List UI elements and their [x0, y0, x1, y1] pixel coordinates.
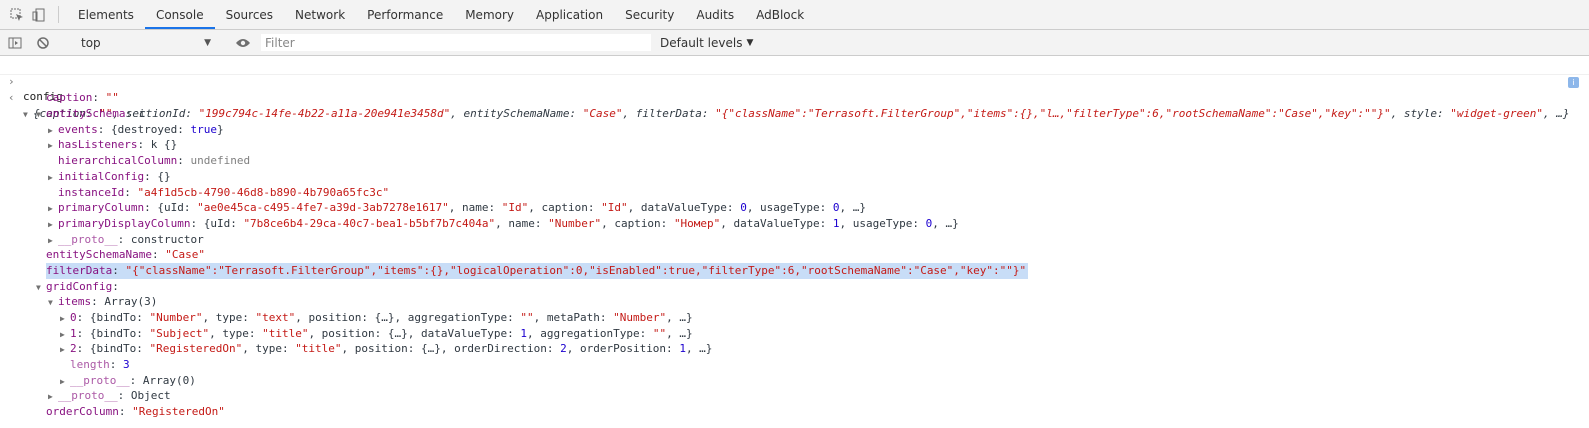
console-output: › config ‹ ▼ {caption: "", sectionId: "19… — [0, 56, 1589, 420]
collapsed-triangle-icon[interactable]: ▶ — [48, 217, 58, 233]
expanded-triangle-icon[interactable]: ▼ — [36, 280, 46, 296]
result-summary-line[interactable]: ‹ ▼ {caption: "", sectionId: "199c794c-14… — [0, 75, 1589, 120]
tab-adblock[interactable]: AdBlock — [745, 0, 815, 29]
prop-entity-schema-name: entitySchemaName: "Case" — [46, 248, 205, 262]
prop-primary-display-column[interactable]: ▶ primaryDisplayColumn: {uId: "7b8ce6b4-2… — [0, 216, 1589, 232]
log-levels-dropdown[interactable]: Default levels ▼ — [660, 36, 753, 50]
collapsed-triangle-icon[interactable]: ▶ — [48, 201, 58, 217]
prop-items-proto[interactable]: ▶ __proto__: Array(0) — [0, 373, 1589, 389]
collapsed-triangle-icon[interactable]: ▶ — [60, 374, 70, 390]
collapsed-triangle-icon[interactable]: ▶ — [60, 311, 70, 327]
prop-initial-config[interactable]: ▶ initialConfig: {} — [0, 169, 1589, 185]
tab-audits[interactable]: Audits — [685, 0, 745, 29]
console-toolbar: top ▼ Default levels ▼ — [0, 30, 1589, 56]
collapsed-triangle-icon[interactable]: ▶ — [60, 342, 70, 358]
filter-input[interactable] — [260, 33, 652, 52]
prop-caption: caption: "" — [46, 91, 119, 105]
prop-has-listeners[interactable]: ▶ hasListeners: k {} — [0, 137, 1589, 153]
tab-elements[interactable]: Elements — [67, 0, 145, 29]
items-entry-0[interactable]: ▶ 0: {bindTo: "Number", type: "text", pos… — [0, 310, 1589, 326]
collapsed-triangle-icon[interactable]: ▶ — [48, 389, 58, 405]
prop-instance-id: instanceId: "a4f1d5cb-4790-46d8-b890-4b7… — [58, 185, 390, 199]
dropdown-arrow-icon: ▼ — [746, 37, 754, 48]
items-entry-2[interactable]: ▶ 2: {bindTo: "RegisteredOn", type: "titl… — [0, 341, 1589, 357]
tab-console[interactable]: Console — [144, 0, 215, 29]
tab-performance[interactable]: Performance — [356, 0, 454, 29]
log-levels-label: Default levels — [660, 35, 743, 50]
items-entry-1[interactable]: ▶ 1: {bindTo: "Subject", type: "title", p… — [0, 326, 1589, 342]
collapsed-triangle-icon[interactable]: ▶ — [60, 327, 70, 343]
prop-primary-column[interactable]: ▶ primaryColumn: {uId: "ae0e45ca-c495-4fe… — [0, 200, 1589, 216]
prop-grid-proto[interactable]: ▶ __proto__: Object — [0, 388, 1589, 404]
toolbar-divider — [58, 6, 59, 23]
device-toolbar-icon[interactable] — [28, 0, 50, 29]
prop-entity-schema[interactable]: ▼ entitySchema: i — [0, 106, 1589, 122]
prop-hierarchical-column: hierarchicalColumn: undefined — [58, 154, 251, 168]
context-selector[interactable]: top ▼ — [77, 33, 215, 52]
sidebar-toggle-icon[interactable] — [4, 36, 26, 50]
collapsed-triangle-icon[interactable]: ▶ — [48, 138, 58, 154]
tab-network[interactable]: Network — [284, 0, 356, 29]
collapsed-triangle-icon[interactable]: ▶ — [48, 233, 58, 249]
console-input-line: › config — [0, 58, 1589, 103]
tab-application[interactable]: Application — [525, 0, 614, 29]
inspect-element-icon[interactable] — [6, 0, 28, 29]
prop-items[interactable]: ▼ items: Array(3) — [0, 294, 1589, 310]
prop-events[interactable]: ▶ events: {destroyed: true} — [0, 122, 1589, 138]
prop-grid-config[interactable]: ▼ gridConfig: — [0, 279, 1589, 295]
clear-console-icon[interactable] — [32, 36, 54, 50]
tab-memory[interactable]: Memory — [454, 0, 525, 29]
prop-proto-constructor[interactable]: ▶ __proto__: constructor — [0, 232, 1589, 248]
prop-length: length: 3 — [70, 358, 130, 372]
prop-order-column: orderColumn: "RegisteredOn" — [46, 405, 225, 419]
collapsed-triangle-icon[interactable]: ▶ — [48, 170, 58, 186]
collapsed-triangle-icon[interactable]: ▶ — [48, 123, 58, 139]
live-expression-eye-icon[interactable] — [232, 37, 254, 49]
tab-security[interactable]: Security — [614, 0, 685, 29]
prop-filter-data[interactable]: filterData: "{"className":"Terrasoft.Fil… — [0, 262, 1589, 279]
context-value: top — [81, 35, 101, 50]
expanded-triangle-icon[interactable]: ▼ — [48, 295, 58, 311]
expanded-triangle-icon[interactable]: ▼ — [36, 107, 46, 123]
info-icon[interactable]: i — [1568, 76, 1579, 88]
devtools-tab-bar: Elements Console Sources Network Perform… — [0, 0, 1589, 30]
tab-sources[interactable]: Sources — [215, 0, 284, 29]
dropdown-arrow-icon: ▼ — [204, 37, 211, 48]
